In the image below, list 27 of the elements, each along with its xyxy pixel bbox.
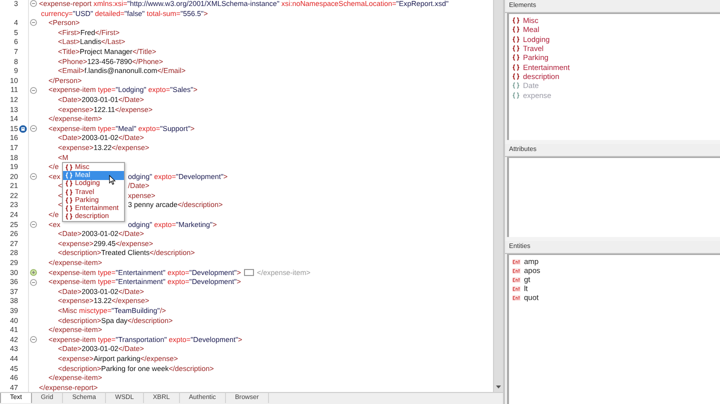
collapse-icon[interactable] (30, 220, 37, 228)
collapse-icon[interactable] (30, 336, 37, 344)
element-icon (512, 36, 520, 43)
collapse-icon[interactable] (30, 0, 37, 8)
element-icon (512, 64, 520, 71)
collapse-icon[interactable] (30, 278, 37, 286)
collapse-icon[interactable] (30, 19, 37, 26)
element-icon (512, 82, 520, 90)
element-icon (512, 45, 520, 52)
collapse-icon[interactable] (30, 125, 37, 132)
scroll-down-icon[interactable] (496, 385, 502, 390)
scrollbar[interactable] (493, 0, 503, 392)
element-icon (512, 92, 520, 99)
entity-icon (512, 294, 521, 300)
mouse-pointer-icon (109, 175, 116, 185)
entity-icon (512, 258, 521, 264)
expand-icon[interactable] (30, 268, 37, 276)
element-icon (512, 26, 520, 34)
element-icon (512, 17, 520, 24)
element-icon (512, 54, 520, 62)
collapse-icon[interactable] (30, 172, 37, 180)
collapse-icon[interactable] (30, 86, 37, 94)
entity-icon (512, 268, 521, 274)
collapsed-content-box[interactable] (244, 268, 254, 276)
entity-icon (512, 276, 521, 282)
entity-icon (512, 286, 521, 292)
element-icon (512, 72, 520, 80)
